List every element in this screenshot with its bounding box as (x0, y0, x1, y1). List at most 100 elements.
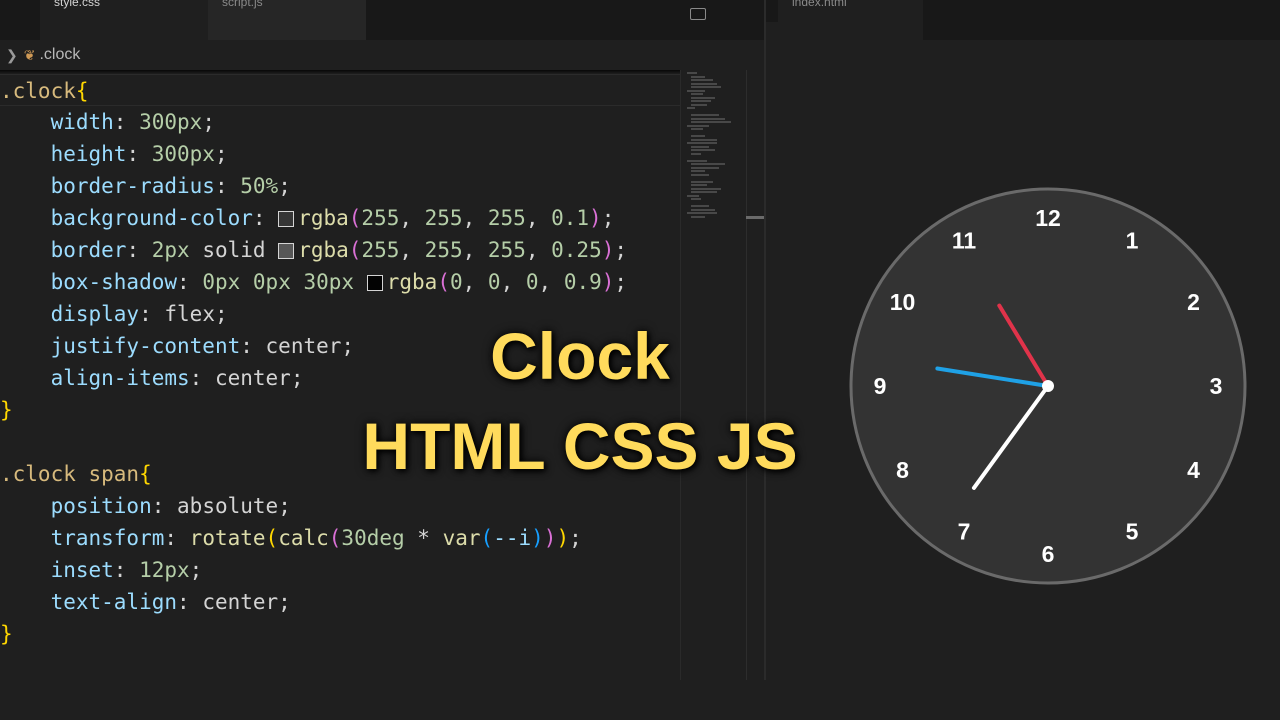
code-line-3[interactable]: height: 300px; (0, 138, 228, 170)
tab-index-html[interactable]: index.html (778, 0, 923, 40)
minimap-line (687, 194, 699, 197)
minimap-line (687, 89, 705, 92)
css-value: 300px (151, 142, 215, 166)
color-swatch-icon[interactable] (278, 243, 295, 259)
minimap-line (691, 75, 705, 78)
css-value: 0px (202, 270, 241, 294)
code-line-9[interactable]: justify-content: center; (0, 330, 354, 362)
clock-number: 6 (1042, 541, 1055, 567)
css-property: display (50, 302, 140, 326)
css-value: 50% (240, 174, 279, 198)
css-function: rgba (298, 238, 349, 262)
minimap-line (691, 205, 709, 207)
clock-number: 8 (896, 457, 909, 483)
minimap-line (691, 79, 713, 81)
clock-number: 12 (1035, 205, 1061, 231)
css-value: 300px (139, 110, 203, 134)
editor-window: style.css script.js index.html ❯ ❦ .cloc… (0, 0, 1280, 720)
minimap-line (691, 82, 717, 85)
minimap-line (691, 145, 709, 148)
css-value: flex (164, 302, 215, 326)
css-keyword: solid (202, 238, 266, 262)
css-operator: * (417, 526, 430, 550)
clock-number: 2 (1187, 289, 1200, 315)
clock-number: 9 (874, 373, 887, 399)
css-property: height (50, 142, 127, 166)
tab-strip (366, 22, 764, 40)
css-property: width (50, 110, 114, 134)
code-line-13[interactable]: .clock span{ (0, 458, 152, 490)
minimap-line (691, 138, 717, 141)
arg: 0 (487, 270, 501, 294)
css-function: rgba (298, 206, 349, 230)
arg: 0 (449, 270, 463, 294)
code-line-1[interactable]: .clock{ (0, 74, 680, 106)
minimap-line (691, 152, 701, 155)
css-property: align-items (50, 366, 190, 390)
chevron-right-icon: ❯ (6, 46, 18, 63)
css-selector: .clock span (0, 462, 140, 486)
color-swatch-icon[interactable] (278, 211, 295, 227)
css-property: border (50, 238, 127, 262)
close-brace: } (0, 398, 13, 422)
breadcrumb: ❯ ❦ .clock (0, 40, 764, 70)
color-swatch-icon[interactable] (366, 275, 383, 291)
minimap-line (687, 212, 717, 214)
minimap-line (691, 149, 715, 151)
code-line-5[interactable]: background-color: rgba(255, 255, 255, 0.… (0, 202, 615, 234)
arg: 255 (361, 206, 400, 230)
minimap-line (687, 142, 717, 144)
minimap-line (691, 198, 701, 200)
breadcrumb-symbol[interactable]: .clock (39, 46, 80, 64)
minimap-line (691, 187, 721, 190)
code-line-14[interactable]: position: absolute; (0, 490, 291, 522)
minimap-line (691, 103, 707, 106)
css-property: background-color (50, 206, 253, 230)
arg: 0.1 (551, 206, 590, 230)
code-line-6[interactable]: border: 2px solid rgba(255, 255, 255, 0.… (0, 234, 627, 266)
clock-number: 1 (1126, 228, 1139, 254)
clock-center-pin (1042, 380, 1054, 392)
arg: 0 (525, 270, 539, 294)
minimap-line (691, 121, 731, 123)
css-property: inset (50, 558, 114, 582)
code-line-7[interactable]: box-shadow: 0px 0px 30px rgba(0, 0, 0, 0… (0, 266, 628, 298)
minimap-line (691, 114, 719, 116)
editor-top-shadow (0, 70, 680, 74)
minimap-line (691, 135, 705, 137)
open-brace: { (75, 79, 89, 103)
minimap-line (691, 215, 705, 218)
arg: 255 (424, 238, 463, 262)
css-function: calc (278, 526, 329, 550)
code-line-10[interactable]: align-items: center; (0, 362, 304, 394)
code-line-15[interactable]: transform: rotate(calc(30deg * var(--i))… (0, 522, 582, 554)
tab-script-js[interactable]: script.js (208, 0, 366, 40)
minimap-line (691, 86, 721, 88)
clock-number: 5 (1126, 518, 1139, 544)
code-line-11[interactable]: } (0, 394, 13, 426)
minimap-line (691, 100, 711, 102)
minimap-line (691, 173, 709, 176)
tab-strip (923, 22, 1280, 40)
css-value: 30px (303, 270, 355, 294)
arg: 0.25 (551, 238, 602, 262)
code-line-18[interactable]: } (0, 618, 13, 650)
code-line-2[interactable]: width: 300px; (0, 106, 215, 138)
code-line-8[interactable]: display: flex; (0, 298, 228, 330)
tab-style-css[interactable]: style.css (40, 0, 208, 40)
minimap-line (687, 124, 709, 127)
split-editor-icon[interactable] (690, 8, 706, 20)
minimap-line (691, 117, 725, 120)
minimap-line (691, 184, 707, 186)
code-line-16[interactable]: inset: 12px; (0, 554, 203, 586)
video-title-line-1: Clock (490, 319, 670, 393)
scrollbar-thumb[interactable] (746, 216, 764, 219)
code-line-17[interactable]: text-align: center; (0, 586, 291, 618)
code-line-4[interactable]: border-radius: 50%; (0, 170, 291, 202)
clock-number: 7 (958, 518, 971, 544)
css-property: transform (50, 526, 165, 550)
css-value: 0px (252, 270, 291, 294)
css-value: center (202, 590, 279, 614)
tab-label: script.js (222, 0, 263, 9)
clock-widget: 121234567891011 (849, 187, 1247, 585)
